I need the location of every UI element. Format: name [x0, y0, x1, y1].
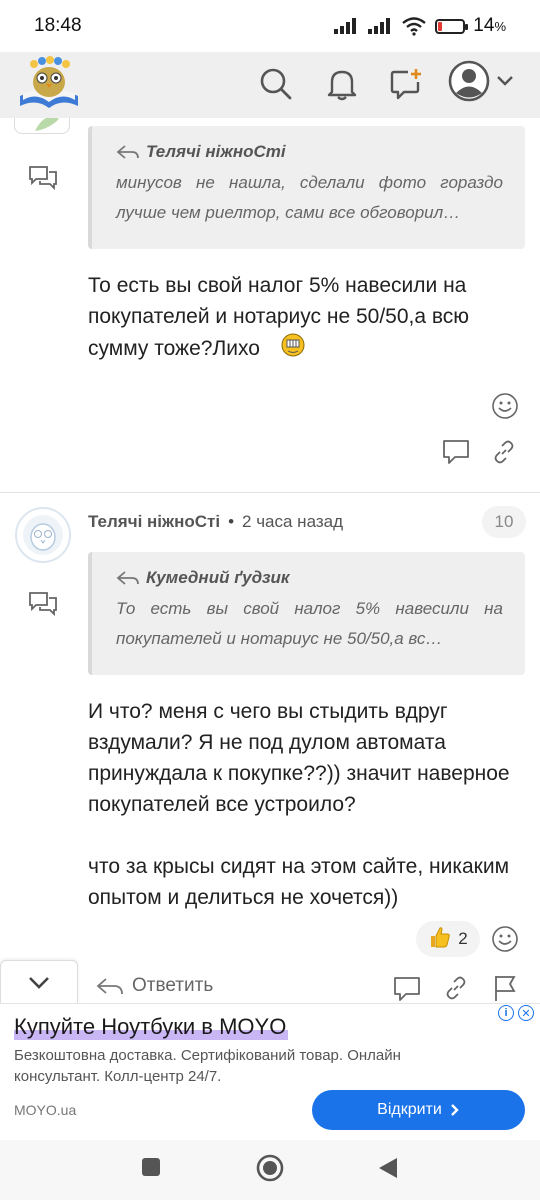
wifi-icon: [402, 17, 427, 36]
comment-thread-icon[interactable]: [27, 164, 59, 192]
comment-header: Телячі ніжноСті • 2 часа назад: [88, 512, 344, 532]
ad-controls: i ✕: [498, 1005, 534, 1021]
reply-arrow-icon: [116, 571, 139, 585]
reply-arrow-icon: [116, 145, 139, 159]
reply-arrow-icon: [96, 978, 123, 995]
home-icon[interactable]: [256, 1154, 284, 1182]
back-icon[interactable]: [377, 1156, 399, 1180]
ad-open-button[interactable]: Відкрити: [312, 1090, 525, 1130]
avatar[interactable]: [14, 506, 72, 564]
collapse-button[interactable]: [0, 960, 78, 1003]
like-count: 2: [458, 929, 468, 948]
chevron-down-icon: [497, 76, 513, 86]
avatar[interactable]: [14, 118, 70, 134]
comments-feed[interactable]: Телячі ніжноСті минусов не нашла, сделал…: [0, 118, 540, 1003]
status-icons: 14%: [333, 15, 506, 37]
signal-icon: [334, 18, 357, 34]
add-reaction-icon[interactable]: [491, 392, 519, 420]
comment-message: То есть вы свой налог 5% навесили на пок…: [88, 270, 518, 367]
status-bar: 18:48 14%: [0, 0, 540, 52]
bell-icon: [327, 70, 357, 101]
emoji-icon: [280, 332, 306, 367]
link-icon[interactable]: [492, 440, 516, 464]
system-nav-bar: [0, 1140, 540, 1200]
divider: [0, 492, 540, 493]
new-post-button[interactable]: [384, 62, 428, 106]
ad-close-icon[interactable]: ✕: [518, 1005, 534, 1021]
comment-thread-icon[interactable]: [27, 590, 59, 618]
comment-rating: 10: [482, 506, 526, 538]
quote-text: То есть вы свой налог 5% навесили на пок…: [116, 599, 503, 648]
new-post-icon: [390, 69, 421, 100]
quote-author[interactable]: Телячі ніжноСті: [116, 142, 503, 162]
quote-block: Кумедний ґудзик То есть вы свой налог 5%…: [88, 552, 525, 675]
ad-banner[interactable]: Купуйте Ноутбуки в MOYO i ✕ Безкоштовна …: [0, 1003, 540, 1140]
leaf-icon: [35, 118, 59, 131]
status-time: 18:48: [34, 15, 82, 36]
comment-message: И что? меня с чего вы стыдить вдруг взду…: [88, 700, 510, 909]
battery-icon: [435, 18, 469, 34]
app-header: [0, 52, 540, 118]
thumbs-up-icon: [428, 925, 452, 954]
quote-text: минусов не нашла, сделали фото гораздо л…: [116, 173, 503, 222]
comment-icon[interactable]: [441, 438, 471, 466]
quote-block: Телячі ніжноСті минусов не нашла, сделал…: [88, 126, 525, 249]
quote-author[interactable]: Кумедний ґудзик: [116, 568, 503, 588]
comment-author[interactable]: Телячі ніжноСті: [88, 512, 220, 532]
signal-icon-2: [368, 18, 391, 34]
site-logo-icon[interactable]: [16, 56, 82, 110]
reply-button[interactable]: Ответить: [96, 975, 213, 997]
chevron-right-icon: [450, 1104, 459, 1116]
ad-source[interactable]: MOYO.ua: [14, 1102, 76, 1118]
battery-percent: 14%: [473, 15, 506, 36]
comment-time: 2 часа назад: [242, 512, 344, 531]
user-avatar-icon: [448, 60, 490, 102]
recents-icon[interactable]: [141, 1157, 161, 1177]
search-icon: [260, 68, 292, 100]
add-reaction-icon[interactable]: [491, 925, 519, 953]
profile-menu-button[interactable]: [448, 60, 514, 102]
comment-icon[interactable]: [392, 975, 422, 1003]
flag-icon[interactable]: [492, 974, 518, 1002]
ad-description: Безкоштовна доставка. Сертифікований тов…: [14, 1047, 401, 1085]
like-reaction[interactable]: 2: [416, 921, 480, 957]
notifications-button[interactable]: [320, 62, 364, 106]
search-button[interactable]: [254, 62, 298, 106]
chevron-down-icon: [29, 976, 49, 989]
ad-info-icon[interactable]: i: [498, 1005, 514, 1021]
ad-title[interactable]: Купуйте Ноутбуки в MOYO: [14, 1014, 289, 1040]
link-icon[interactable]: [444, 976, 468, 1000]
